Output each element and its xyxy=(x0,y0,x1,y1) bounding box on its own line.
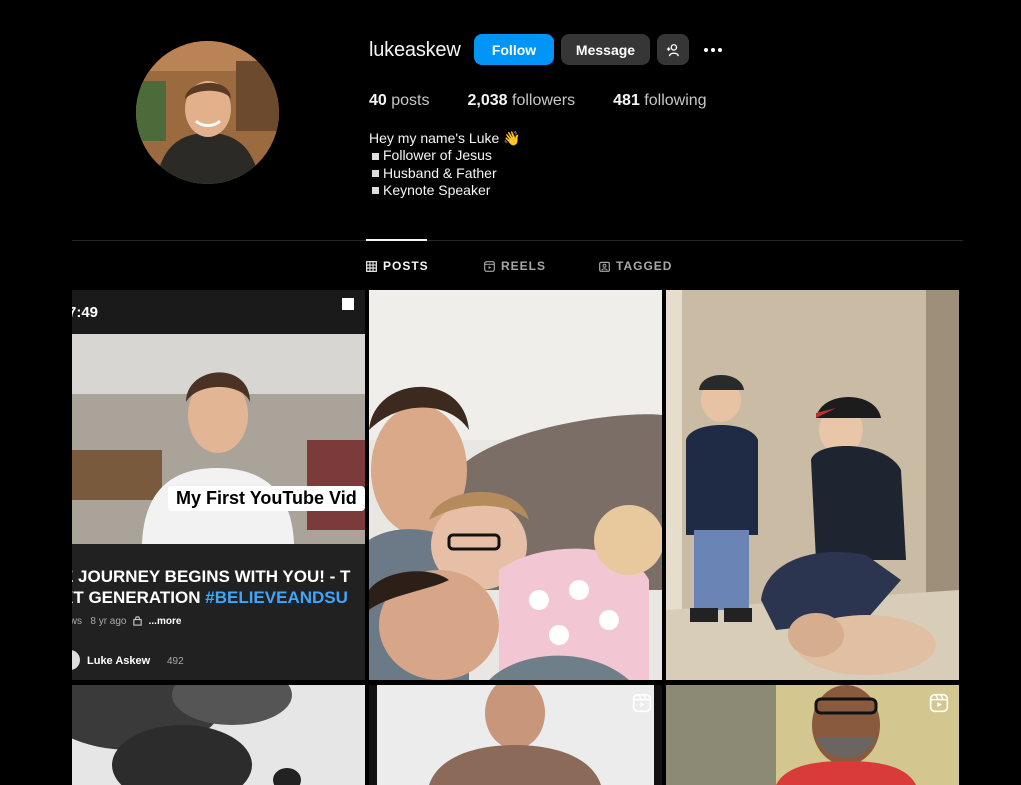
profile-bio: Hey my name's Luke 👋 Follower of Jesus H… xyxy=(369,130,521,199)
bullet-square-icon xyxy=(372,152,379,160)
profile-stats: 40 posts 2,038 followers 481 following xyxy=(369,92,745,110)
followers-label: followers xyxy=(512,92,576,109)
followers-count: 2,038 xyxy=(467,92,508,109)
video-title: E JOURNEY BEGINS WITH YOU! - T XT GENERA… xyxy=(72,566,350,608)
phone-status-time: 7:49 xyxy=(72,304,99,321)
followers-stat[interactable]: 2,038 followers xyxy=(468,92,576,110)
post-tile-youtube[interactable]: 7:49 My First YouTube Vid E JOURNEY BEGI… xyxy=(72,290,365,680)
tab-reels[interactable]: REELS xyxy=(484,259,546,273)
channel-name: Luke Askew xyxy=(87,655,151,667)
family-selfie-image xyxy=(369,290,662,680)
tabs-divider xyxy=(72,240,963,241)
channel-subscribers: 492 xyxy=(167,656,184,667)
post-tile-tree-photo[interactable] xyxy=(72,685,365,785)
bio-line: Husband & Father xyxy=(369,165,521,182)
tab-tagged[interactable]: TAGGED xyxy=(599,259,672,273)
following-count: 481 xyxy=(613,92,640,109)
follow-button[interactable]: Follow xyxy=(474,34,554,65)
video-title-line: XT GENERATION #BELIEVEANDSU xyxy=(72,587,350,608)
video-age: 8 yr ago xyxy=(90,616,127,627)
video-title-line: E JOURNEY BEGINS WITH YOU! - T xyxy=(72,567,351,586)
bio-line-text: Keynote Speaker xyxy=(383,181,491,198)
tagged-icon xyxy=(599,261,610,272)
more-options-icon xyxy=(704,47,722,52)
bio-line: Hey my name's Luke 👋 xyxy=(369,130,521,146)
reel-indicator-icon xyxy=(632,693,652,713)
lock-icon xyxy=(133,616,142,626)
video-more-link: ...more xyxy=(148,616,182,627)
tab-posts-label: POSTS xyxy=(383,259,429,273)
following-stat[interactable]: 481 following xyxy=(613,92,706,110)
tab-reels-label: REELS xyxy=(501,259,547,273)
bio-line-text: Husband & Father xyxy=(383,164,497,181)
post-tile-reel-man[interactable] xyxy=(369,685,662,785)
video-title-text: XT GENERATION xyxy=(72,588,206,607)
active-tab-indicator xyxy=(366,239,427,241)
post-tile-family-selfie[interactable] xyxy=(369,290,662,680)
profile-avatar[interactable] xyxy=(136,41,279,184)
video-hashtag: #BELIEVEANDSU xyxy=(205,588,348,607)
tree-photo-image xyxy=(72,685,365,785)
bio-line: Keynote Speaker xyxy=(369,182,521,199)
post-tile-reel-speaker[interactable] xyxy=(666,685,959,785)
message-button[interactable]: Message xyxy=(561,34,650,65)
bio-line-text: Follower of Jesus xyxy=(383,147,492,164)
avatar-photo xyxy=(136,41,279,184)
posts-count: 40 xyxy=(369,92,387,109)
reel-indicator-icon xyxy=(929,693,949,713)
profile-username: lukeaskew xyxy=(369,39,461,61)
reel-man-image xyxy=(369,685,662,785)
add-user-icon xyxy=(666,43,679,56)
reel-speaker-image xyxy=(666,685,959,785)
tab-tagged-label: TAGGED xyxy=(616,259,673,273)
video-caption: My First YouTube Vid xyxy=(168,486,365,511)
following-label: following xyxy=(644,92,707,109)
video-meta: iews 8 yr ago ...more xyxy=(72,615,181,627)
childhood-photo-image xyxy=(666,290,959,680)
reels-icon xyxy=(484,260,495,272)
more-options-button[interactable] xyxy=(697,34,729,65)
tab-posts[interactable]: POSTS xyxy=(366,259,429,273)
bullet-square-icon xyxy=(372,169,379,177)
suggest-user-button[interactable] xyxy=(657,34,689,65)
posts-label: posts xyxy=(391,92,430,109)
video-views: iews xyxy=(72,616,83,627)
bullet-square-icon xyxy=(372,187,379,195)
grid-icon xyxy=(366,260,377,272)
post-tile-childhood-photo[interactable] xyxy=(666,290,959,680)
posts-stat: 40 posts xyxy=(369,92,430,110)
bio-line: Follower of Jesus xyxy=(369,147,521,164)
